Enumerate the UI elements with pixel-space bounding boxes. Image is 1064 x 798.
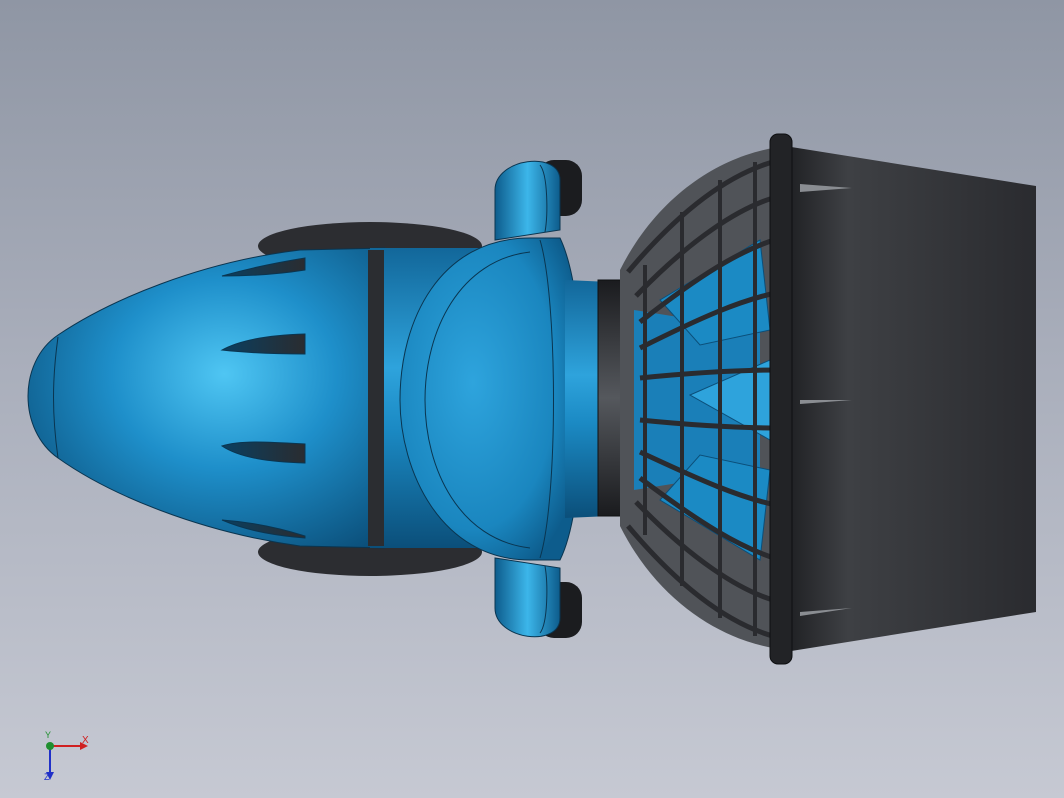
scooter-3d-model[interactable]	[0, 0, 1064, 798]
triad-z-label: Z	[44, 772, 50, 782]
triad-y-axis	[46, 742, 54, 750]
triad-y-label: Y	[45, 730, 52, 740]
thruster-shroud	[785, 146, 1036, 652]
nose-cone	[27, 247, 386, 549]
upper-handle[interactable]	[494, 160, 582, 241]
lower-handle[interactable]	[494, 557, 582, 638]
graphics-viewport[interactable]: X Y Z	[0, 0, 1064, 798]
triad-x-label: X	[82, 735, 89, 746]
body-band	[368, 250, 384, 546]
shroud-rim	[769, 133, 793, 665]
